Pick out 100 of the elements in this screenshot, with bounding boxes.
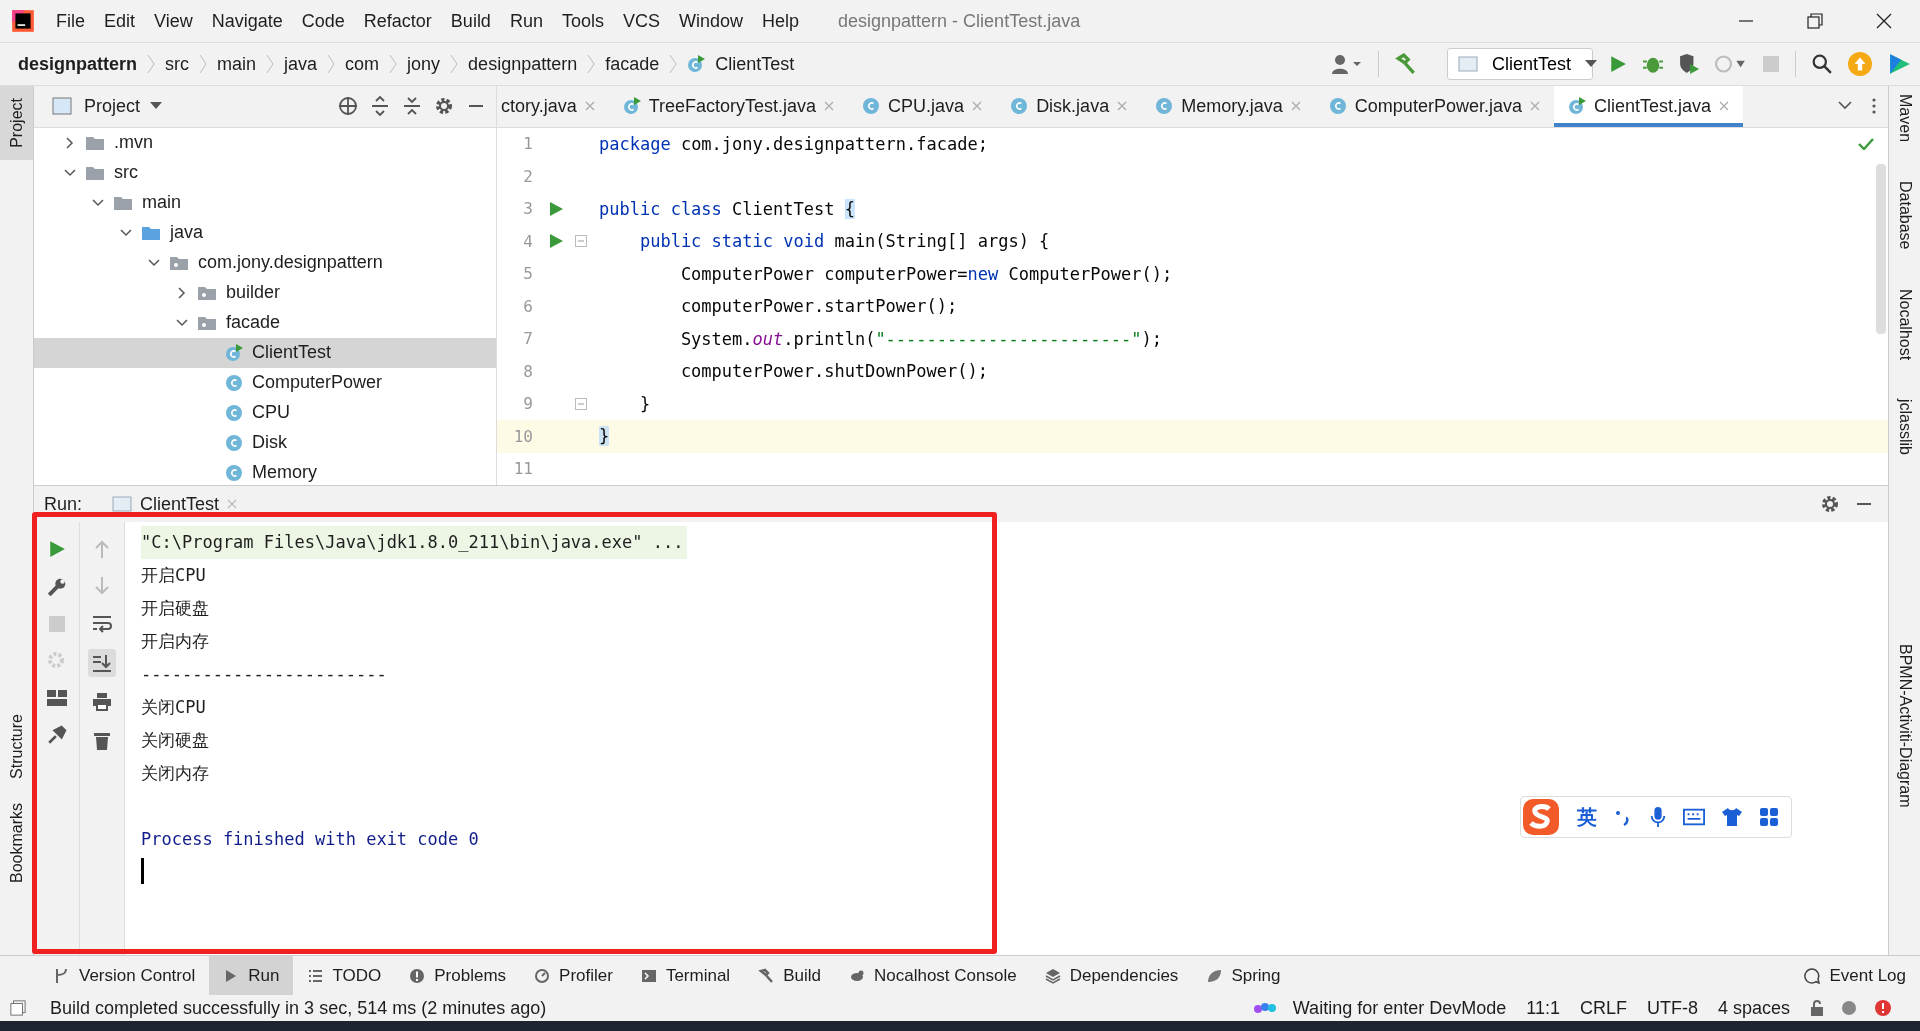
tree-item[interactable]: Disk [34, 427, 496, 458]
menu-item[interactable]: Help [762, 10, 800, 32]
breadcrumb[interactable]: java [284, 53, 318, 75]
shirt-icon[interactable] [1721, 807, 1743, 827]
editor-tab[interactable]: Disk.java [996, 86, 1142, 127]
tree-item[interactable]: ClientTest [34, 337, 496, 368]
breadcrumb[interactable]: designpattern [18, 53, 137, 75]
panel-title[interactable]: Project [84, 95, 141, 117]
expand-all-icon[interactable] [370, 96, 390, 117]
trash-icon[interactable] [93, 731, 111, 751]
side-tab[interactable]: jclasslib [1895, 398, 1914, 460]
tree-item[interactable]: ComputerPower [34, 367, 496, 398]
run-icon[interactable] [1609, 55, 1627, 73]
tool-window-button[interactable]: Run [209, 956, 294, 995]
tool-window-button[interactable]: Event Log [1790, 956, 1920, 995]
crosshair-icon[interactable] [338, 96, 358, 117]
restore-icon[interactable] [1807, 13, 1823, 29]
tool-window-button[interactable]: TODO [293, 956, 396, 995]
breadcrumb[interactable]: jony [407, 53, 441, 75]
run-icon[interactable] [549, 201, 563, 216]
menu-item[interactable]: Run [509, 10, 543, 32]
layout-icon[interactable] [46, 690, 67, 706]
tree-item[interactable]: java [34, 217, 496, 248]
collapse-all-icon[interactable] [402, 96, 422, 117]
tool-window-button[interactable]: Problems [395, 956, 521, 995]
breadcrumb[interactable]: src [165, 53, 189, 75]
status-item[interactable]: 4 spaces [1717, 997, 1790, 1019]
scroll-end-icon[interactable] [92, 653, 112, 673]
menu-item[interactable]: File [56, 10, 85, 32]
menu-item[interactable]: Tools [561, 10, 604, 32]
editor-tab[interactable]: Memory.java [1141, 86, 1315, 127]
side-tab[interactable]: Database [1895, 181, 1914, 255]
apps-grid-icon[interactable] [1759, 807, 1779, 827]
hammer-icon[interactable] [1395, 53, 1417, 75]
gear-icon[interactable] [434, 96, 454, 117]
menu-item[interactable]: Edit [104, 10, 136, 32]
menu-item[interactable]: Refactor [363, 10, 432, 32]
tree-item[interactable]: Memory [34, 457, 496, 485]
more-icon[interactable] [1872, 98, 1876, 115]
menu-item[interactable]: Code [301, 10, 345, 32]
caret-icon[interactable] [150, 102, 163, 111]
user-icon[interactable] [1332, 54, 1362, 74]
status-item[interactable]: UTF-8 [1646, 997, 1698, 1019]
status-item[interactable]: CRLF [1579, 997, 1627, 1019]
menu-item[interactable]: VCS [622, 10, 660, 32]
wrench-icon[interactable] [46, 577, 67, 597]
tool-window-button[interactable]: Build [744, 956, 835, 995]
microphone-icon[interactable] [1649, 806, 1667, 828]
ime-mode[interactable]: 英 [1577, 803, 1597, 831]
lock-icon[interactable] [1810, 1000, 1824, 1016]
tree-item[interactable]: CPU [34, 397, 496, 428]
tree-item[interactable]: src [34, 157, 496, 188]
keyboard-icon[interactable] [1683, 808, 1705, 826]
scrollbar[interactable] [1876, 163, 1886, 334]
chevron-down-icon[interactable] [120, 226, 132, 239]
chevron-down-icon[interactable] [1838, 101, 1852, 112]
chevron-right-icon[interactable] [176, 286, 188, 299]
breadcrumb[interactable]: main [217, 53, 257, 75]
status-item[interactable]: 11:1 [1526, 997, 1560, 1019]
status-item[interactable]: Waiting for enter DevMode [1292, 997, 1507, 1019]
side-tab[interactable]: Maven [1895, 94, 1914, 148]
run-tab[interactable]: ClientTest [112, 493, 238, 515]
chevron-right-icon[interactable] [64, 136, 76, 149]
chevron-down-icon[interactable] [92, 196, 104, 209]
breadcrumb[interactable]: designpattern [468, 53, 578, 75]
run-icon[interactable] [47, 540, 66, 558]
chevron-down-icon[interactable] [148, 256, 160, 269]
error-icon[interactable] [1874, 999, 1892, 1017]
run-icon[interactable] [549, 234, 563, 249]
project-side-tab[interactable]: Project [0, 86, 33, 160]
menu-item[interactable]: Window [678, 10, 743, 32]
tree-item[interactable]: main [34, 187, 496, 218]
plugin-logo-icon[interactable] [1888, 52, 1912, 76]
tool-window-button[interactable]: Nocalhost Console [834, 956, 1031, 995]
side-tab[interactable]: BPMN-Activiti-Diagram [1895, 643, 1914, 813]
editor-tab[interactable]: CPU.java [848, 86, 997, 127]
soft-wrap-icon[interactable] [92, 614, 112, 634]
tool-window-button[interactable]: Version Control [40, 956, 210, 995]
editor-tab[interactable]: ComputerPower.java [1314, 86, 1554, 127]
menu-item[interactable]: View [154, 10, 193, 32]
side-tab[interactable]: Nocalhost [1895, 288, 1914, 365]
breadcrumb[interactable]: com [345, 53, 380, 75]
chevron-down-icon[interactable] [64, 166, 76, 179]
pin-icon[interactable] [46, 725, 67, 745]
square-icon[interactable] [10, 1000, 26, 1016]
tree-item[interactable]: builder [34, 277, 496, 308]
tool-window-button[interactable]: Profiler [520, 956, 627, 995]
close-icon[interactable] [1876, 13, 1892, 29]
gear-icon[interactable] [1820, 494, 1840, 514]
editor-tab[interactable]: TreeFactoryTest.java [608, 86, 849, 127]
tree-item[interactable]: .mvn [34, 127, 496, 158]
breadcrumb[interactable]: ClientTest [715, 53, 795, 75]
side-tab[interactable]: Bookmarks [0, 790, 33, 895]
tool-window-button[interactable]: Terminal [626, 956, 745, 995]
editor-tab[interactable]: ctory.java [497, 86, 609, 127]
tool-window-button[interactable]: Spring [1192, 956, 1295, 995]
tool-window-button[interactable]: Dependencies [1030, 956, 1193, 995]
side-tab[interactable]: Structure [0, 702, 33, 791]
shield-run-icon[interactable] [1679, 54, 1699, 74]
search-icon[interactable] [1812, 54, 1832, 74]
